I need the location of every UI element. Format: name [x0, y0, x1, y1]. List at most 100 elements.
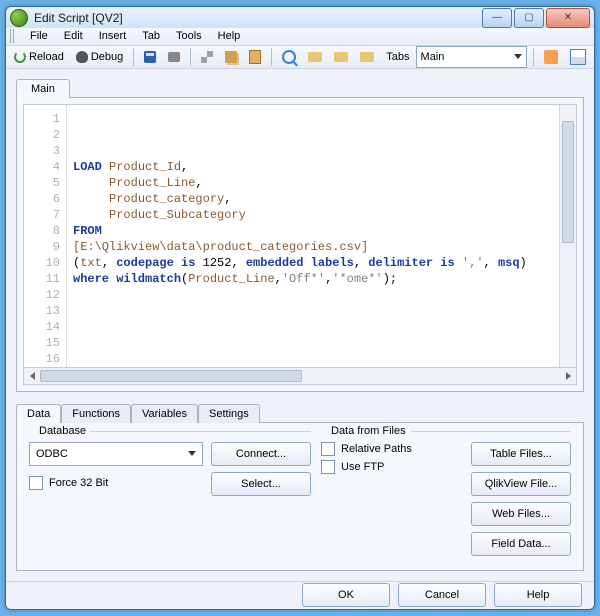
- tab-functions[interactable]: Functions: [61, 404, 131, 423]
- folder-icon: [360, 52, 374, 62]
- close-button[interactable]: ✕: [546, 8, 590, 28]
- body: Main 1 2 3 4 5 6 7 8 9 10 11 12 13 14 15…: [6, 69, 594, 581]
- edit-script-window: Edit Script [QV2] — ▢ ✕ File Edit Insert…: [5, 6, 595, 610]
- editor-tabrow: Main: [16, 75, 584, 97]
- scroll-right-arrow-icon[interactable]: [560, 368, 576, 384]
- bottom-section: Data Functions Variables Settings Databa…: [16, 400, 584, 571]
- menu-insert[interactable]: Insert: [91, 28, 135, 44]
- menubar: File Edit Insert Tab Tools Help: [6, 28, 594, 46]
- vertical-scrollbar[interactable]: [559, 105, 576, 367]
- database-type-dropdown[interactable]: ODBC: [29, 442, 203, 466]
- use-ftp-checkbox[interactable]: Use FTP: [321, 460, 463, 474]
- help-button[interactable]: Help: [494, 583, 582, 607]
- chevron-down-icon: [188, 451, 196, 456]
- relative-paths-label: Relative Paths: [341, 443, 412, 455]
- tabs-dropdown-value: Main: [421, 51, 445, 63]
- toolbar-separator: [190, 48, 191, 66]
- toolbar-separator: [533, 48, 534, 66]
- code-area[interactable]: LOAD Product_Id, Product_Line, Product_c…: [67, 105, 559, 367]
- ok-button[interactable]: OK: [302, 583, 390, 607]
- folder-button-3[interactable]: [356, 50, 378, 64]
- force-32bit-label: Force 32 Bit: [49, 477, 108, 489]
- checkbox-icon: [29, 476, 43, 490]
- folder-icon: [308, 52, 322, 62]
- files-group: Data from Files Relative Paths Use FTP: [321, 433, 571, 556]
- folder-icon: [334, 52, 348, 62]
- table-files-button[interactable]: Table Files...: [471, 442, 571, 466]
- checkbox-icon: [321, 460, 335, 474]
- window-title: Edit Script [QV2]: [34, 11, 482, 25]
- misc-icon: [544, 50, 558, 64]
- tab-settings[interactable]: Settings: [198, 404, 260, 423]
- editor-section: Main 1 2 3 4 5 6 7 8 9 10 11 12 13 14 15…: [16, 75, 584, 392]
- scroll-thumb[interactable]: [562, 121, 574, 243]
- cut-icon: [201, 51, 213, 63]
- tab-variables[interactable]: Variables: [131, 404, 198, 423]
- database-title: Database: [35, 425, 90, 437]
- tab-data[interactable]: Data: [16, 404, 61, 423]
- reload-label: Reload: [29, 51, 64, 63]
- code-editor[interactable]: 1 2 3 4 5 6 7 8 9 10 11 12 13 14 15 16 L…: [23, 104, 577, 368]
- print-button[interactable]: [164, 50, 184, 64]
- database-group: Database ODBC Force 32 Bit: [29, 433, 311, 556]
- editor-tab-main[interactable]: Main: [16, 79, 70, 98]
- folder-button-1[interactable]: [304, 50, 326, 64]
- line-gutter: 1 2 3 4 5 6 7 8 9 10 11 12 13 14 15 16: [24, 105, 67, 367]
- tabs-dropdown[interactable]: Main: [416, 46, 527, 68]
- app-icon: [10, 9, 28, 27]
- tabs-label: Tabs: [386, 51, 409, 63]
- bottom-tabrow: Data Functions Variables Settings: [16, 400, 584, 422]
- paste-icon: [249, 50, 261, 64]
- tree-button[interactable]: [566, 47, 590, 67]
- force-32bit-checkbox[interactable]: Force 32 Bit: [29, 476, 203, 490]
- minimize-button[interactable]: —: [482, 8, 512, 28]
- debug-button[interactable]: Debug: [72, 49, 127, 65]
- field-data-button[interactable]: Field Data...: [471, 532, 571, 556]
- editor-shell: 1 2 3 4 5 6 7 8 9 10 11 12 13 14 15 16 L…: [16, 97, 584, 392]
- use-ftp-label: Use FTP: [341, 461, 384, 473]
- titlebar: Edit Script [QV2] — ▢ ✕: [6, 7, 594, 28]
- cancel-button[interactable]: Cancel: [398, 583, 486, 607]
- window-controls: — ▢ ✕: [482, 8, 590, 28]
- find-button[interactable]: [278, 48, 300, 66]
- copy-icon: [225, 51, 237, 63]
- maximize-button[interactable]: ▢: [514, 8, 544, 28]
- menu-file[interactable]: File: [22, 28, 56, 44]
- misc-button[interactable]: [540, 48, 562, 66]
- copy-button[interactable]: [221, 49, 241, 65]
- scroll-left-arrow-icon[interactable]: [24, 368, 40, 384]
- menu-edit[interactable]: Edit: [56, 28, 91, 44]
- bug-icon: [76, 51, 88, 63]
- menu-tab[interactable]: Tab: [134, 28, 168, 44]
- print-icon: [168, 52, 180, 62]
- tree-icon: [570, 49, 586, 65]
- checkbox-icon: [321, 442, 335, 456]
- save-button[interactable]: [140, 49, 160, 65]
- debug-label: Debug: [91, 51, 123, 63]
- database-type-value: ODBC: [36, 448, 68, 460]
- relative-paths-checkbox[interactable]: Relative Paths: [321, 442, 463, 456]
- connect-button[interactable]: Connect...: [211, 442, 311, 466]
- horizontal-scrollbar[interactable]: [23, 368, 577, 385]
- toolbar-separator: [271, 48, 272, 66]
- scroll-thumb[interactable]: [40, 370, 302, 382]
- menu-help[interactable]: Help: [210, 28, 249, 44]
- qlikview-file-button[interactable]: QlikView File...: [471, 472, 571, 496]
- bottom-panel: Database ODBC Force 32 Bit: [16, 422, 584, 571]
- cut-button[interactable]: [197, 49, 217, 65]
- chevron-down-icon: [514, 54, 522, 59]
- select-button[interactable]: Select...: [211, 472, 311, 496]
- menu-tools[interactable]: Tools: [168, 28, 210, 44]
- search-icon: [282, 50, 296, 64]
- reload-button[interactable]: Reload: [10, 49, 68, 65]
- web-files-button[interactable]: Web Files...: [471, 502, 571, 526]
- toolbar: Reload Debug Tabs Main: [6, 46, 594, 69]
- paste-button[interactable]: [245, 48, 265, 66]
- save-icon: [144, 51, 156, 63]
- folder-button-2[interactable]: [330, 50, 352, 64]
- reload-icon: [14, 51, 26, 63]
- toolbar-separator: [133, 48, 134, 66]
- footer: OK Cancel Help: [6, 581, 594, 609]
- files-title: Data from Files: [327, 425, 410, 437]
- menubar-grip-icon: [10, 29, 16, 43]
